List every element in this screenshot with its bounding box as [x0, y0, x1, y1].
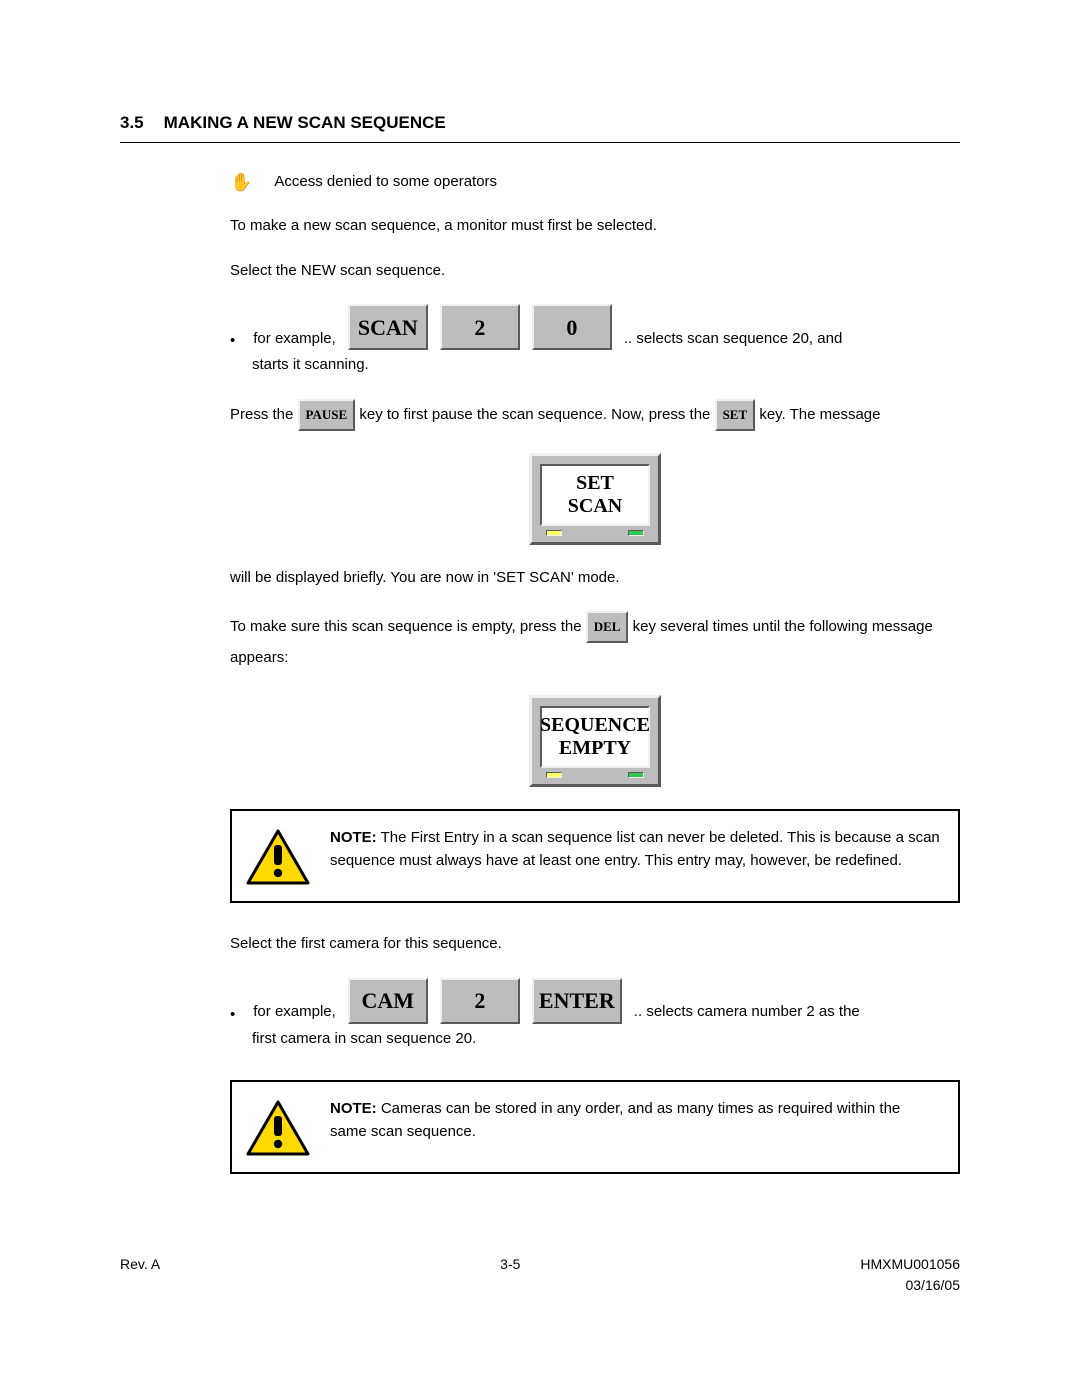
monitor1-line1: SET	[576, 472, 614, 495]
paragraph-select-seq: Select the NEW scan sequence.	[230, 260, 960, 283]
paragraph-intro: To make a new scan sequence, a monitor m…	[230, 215, 960, 238]
access-restriction: ✋ Access denied to some operators	[230, 171, 960, 194]
warning-triangle-icon	[246, 829, 310, 885]
monitor-set-scan: SET SCAN	[529, 453, 661, 545]
paragraph-select-camera: Select the first camera for this sequenc…	[230, 933, 960, 956]
paragraph-pause-set: Press the PAUSE key to first pause the s…	[230, 399, 960, 431]
footer-date: 03/16/05	[860, 1275, 960, 1296]
key-set: SET	[715, 399, 756, 431]
key-0: 0	[532, 304, 612, 350]
p3-t2: key to first pause the scan sequence. No…	[359, 405, 714, 422]
note1-body: The First Entry in a scan sequence list …	[330, 829, 940, 869]
bullet-icon: •	[230, 332, 235, 350]
bullet-icon: •	[230, 1006, 235, 1024]
example-after: .. selects scan sequence 20, and	[624, 328, 842, 351]
page-footer: Rev. A 3-5 HMXMU001056 03/16/05	[0, 1254, 1080, 1316]
footer-page-num: 3-5	[500, 1254, 520, 1275]
section-title: MAKING A NEW SCAN SEQUENCE	[164, 110, 446, 136]
paragraph-setscan-mode: will be displayed briefly. You are now i…	[230, 567, 960, 590]
p5-t1: To make sure this scan sequence is empty…	[230, 618, 586, 635]
example-after-wrap: starts it scanning.	[252, 354, 960, 377]
key-enter: ENTER	[532, 978, 622, 1024]
key-cam: CAM	[348, 978, 428, 1024]
key-2: 2	[440, 304, 520, 350]
access-text: Access denied to some operators	[274, 171, 497, 194]
monitor-sequence-empty: SEQUENCE EMPTY	[529, 695, 661, 787]
example2-after-wrap: first camera in scan sequence 20.	[252, 1028, 960, 1051]
footer-rev: Rev. A	[120, 1254, 160, 1275]
example-scan-keys: • for example, SCAN 2 0 .. selects scan …	[252, 304, 960, 377]
paragraph-del: To make sure this scan sequence is empty…	[230, 611, 960, 673]
led-yellow-icon	[546, 772, 562, 778]
led-green-icon	[628, 772, 644, 778]
note2-label: NOTE:	[330, 1100, 377, 1117]
example-before: for example,	[253, 328, 336, 351]
note-cameras-order: NOTE: Cameras can be stored in any order…	[230, 1080, 960, 1174]
key-pause: PAUSE	[298, 399, 356, 431]
section-number: 3.5	[120, 110, 144, 136]
p3-t3: key. The message	[759, 405, 880, 422]
footer-docid: HMXMU001056	[860, 1254, 960, 1275]
example-cam-keys: • for example, CAM 2 ENTER .. selects ca…	[252, 978, 960, 1051]
section-heading: 3.5 MAKING A NEW SCAN SEQUENCE	[120, 110, 960, 143]
example2-after: .. selects camera number 2 as the	[634, 1001, 860, 1024]
note2-body: Cameras can be stored in any order, and …	[330, 1100, 900, 1140]
monitor2-line1: SEQUENCE	[540, 714, 650, 737]
monitor1-line2: SCAN	[568, 495, 622, 518]
note-first-entry: NOTE: The First Entry in a scan sequence…	[230, 809, 960, 903]
key-2b: 2	[440, 978, 520, 1024]
example2-before: for example,	[253, 1001, 336, 1024]
note1-label: NOTE:	[330, 829, 377, 846]
led-yellow-icon	[546, 530, 562, 536]
warning-triangle-icon	[246, 1100, 310, 1156]
p3-t1: Press the	[230, 405, 298, 422]
key-scan: SCAN	[348, 304, 428, 350]
key-del: DEL	[586, 611, 629, 643]
hand-stop-icon: ✋	[230, 173, 252, 191]
led-green-icon	[628, 530, 644, 536]
monitor2-line2: EMPTY	[559, 737, 631, 760]
